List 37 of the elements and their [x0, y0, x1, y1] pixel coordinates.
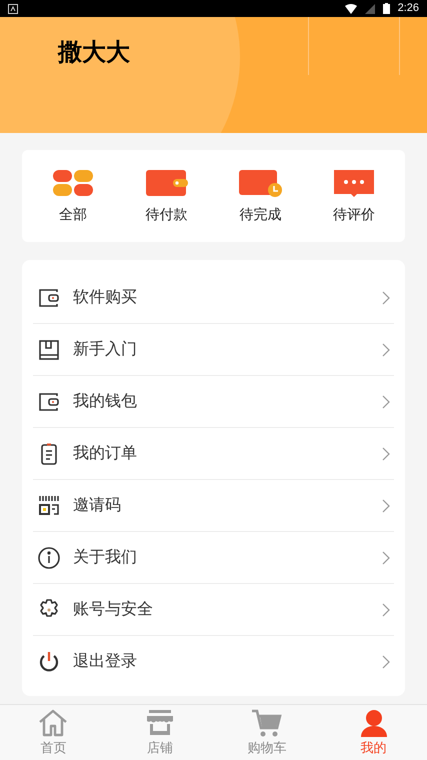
order-status-button[interactable]: 待评价 — [314, 168, 394, 224]
user-name: 撒大大 — [58, 38, 130, 68]
clock-card-icon — [238, 168, 282, 198]
menu-item[interactable]: 邀请码 — [33, 480, 394, 532]
clock: 2:26 — [398, 1, 419, 16]
no-signal-icon — [364, 4, 375, 14]
info-icon — [37, 546, 61, 570]
chevron-right-icon — [382, 394, 390, 408]
menu-item[interactable]: 关于我们 — [33, 532, 394, 584]
menu-item[interactable]: 新手入门 — [33, 324, 394, 376]
power-icon — [37, 650, 61, 674]
order-status-button[interactable]: 待付款 — [126, 168, 207, 224]
menu-item[interactable]: 我的订单 — [33, 428, 394, 480]
wallet-icon — [144, 168, 189, 198]
nav-tab[interactable]: 我的 — [334, 708, 414, 758]
chevron-right-icon — [382, 602, 390, 616]
wifi-icon — [344, 4, 357, 14]
menu-item[interactable]: 账号与安全 — [33, 584, 394, 636]
menu-item[interactable]: 退出登录 — [33, 636, 394, 688]
grid-icon — [50, 168, 95, 198]
chevron-right-icon — [382, 498, 390, 512]
chevron-right-icon — [382, 290, 390, 304]
chevron-right-icon — [382, 446, 390, 460]
cart-icon — [250, 708, 283, 738]
book-icon — [37, 338, 61, 362]
order-status-button[interactable]: 待完成 — [220, 168, 300, 224]
barcode-icon — [37, 494, 61, 518]
chevron-right-icon — [382, 550, 390, 564]
notification-icon — [8, 4, 18, 14]
home-icon — [37, 708, 70, 738]
order-status-button[interactable]: 全部 — [32, 168, 113, 224]
chevron-right-icon — [382, 655, 390, 669]
menu-item[interactable]: 我的钱包 — [33, 376, 394, 428]
battery-icon — [382, 3, 390, 14]
menu-item[interactable]: 软件购买 — [33, 272, 394, 324]
chat-bubble-icon — [332, 168, 376, 198]
chevron-right-icon — [382, 342, 390, 356]
